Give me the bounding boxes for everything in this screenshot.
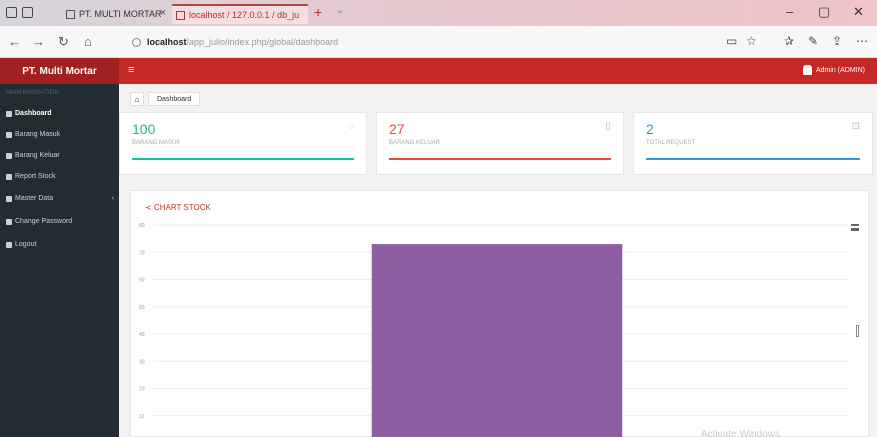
set-aside-tabs-icon[interactable]	[22, 7, 33, 18]
stat-card-barang-masuk: 100 BARANG MASUK ◌	[119, 112, 367, 175]
minimize-button[interactable]: –	[786, 4, 793, 19]
forward-arrow-icon[interactable]: →	[32, 34, 45, 49]
close-window-button[interactable]: ✕	[853, 4, 864, 20]
sidebar-item-barang-masuk[interactable]: Barang Masuk	[6, 131, 116, 138]
url-path: /app_julio/index.php/global/dashboard	[186, 37, 339, 47]
more-icon[interactable]: ⋯	[856, 34, 868, 48]
share-icon[interactable]: ⇪	[832, 34, 842, 48]
square-icon: ▯	[605, 121, 611, 132]
maximize-button[interactable]: ▢	[818, 4, 830, 20]
close-tab-icon[interactable]: ×	[160, 7, 166, 19]
chart-menu-icon[interactable]	[851, 224, 859, 231]
report-icon	[6, 173, 12, 180]
sidebar-item-master-data[interactable]: Master Data ‹	[6, 195, 116, 202]
address-bar: ← → ↻ ⌂ localhost /app_julio/index.php/g…	[0, 26, 877, 58]
tab-title: localhost / 127.0.0.1 / db_ju	[189, 10, 300, 20]
stat-bar	[389, 158, 611, 160]
refresh-icon[interactable]: ↻	[58, 34, 69, 50]
sidebar-item-label: Master Data	[15, 195, 54, 202]
tab-multi-mortar[interactable]: PT. MULTI MORTAR ×	[66, 4, 170, 24]
sidebar-item-label: Report Stock	[15, 173, 56, 180]
app-header: ≡ Admin (ADMIN)	[119, 58, 877, 84]
sidebar-item-label: Change Password	[15, 218, 73, 225]
box-in-icon	[6, 131, 12, 138]
app-brand[interactable]: PT. Multi Mortar	[0, 58, 119, 84]
menu-toggle-button[interactable]: ≡	[128, 64, 134, 76]
eye-icon: ◌	[348, 121, 354, 132]
y-tick-label: 20	[139, 387, 145, 393]
y-tick-label: 30	[139, 359, 145, 365]
y-tick-label: 40	[139, 332, 145, 338]
sidebar-item-label: Logout	[15, 241, 37, 248]
pen-icon[interactable]: ✎	[808, 34, 818, 48]
sidebar-item-label: Barang Keluar	[15, 152, 60, 159]
stat-label: BARANG KELUAR	[389, 140, 441, 146]
new-tab-button[interactable]: +	[314, 4, 322, 20]
chart-panel: 10 20 30 40 50 60 70 80 ≺ CHART STOCK Activate …	[130, 190, 869, 437]
stat-card-total-request: 2 TOTAL REQUEST ⊡	[633, 112, 873, 175]
y-tick-label: 60	[139, 278, 145, 284]
url-field[interactable]: localhost /app_julio/index.php/global/da…	[132, 33, 712, 51]
box-out-icon	[6, 152, 12, 159]
stat-card-barang-keluar: 27 BARANG KELUAR ▯	[376, 112, 624, 175]
sidebar-item-change-password[interactable]: Change Password	[6, 218, 116, 225]
breadcrumb-current: Dashboard	[148, 92, 201, 106]
y-tick-label: 70	[139, 250, 145, 256]
favorites-hub-icon[interactable]: ✰	[784, 34, 794, 48]
sidebar-item-label: Barang Masuk	[15, 131, 61, 138]
stat-value: 27	[389, 121, 405, 137]
y-tick-label: 80	[139, 223, 145, 229]
tab-localhost[interactable]: localhost / 127.0.0.1 / db_ju	[172, 4, 308, 24]
user-menu[interactable]: Admin (ADMIN)	[802, 65, 865, 75]
favorite-star-icon[interactable]: ☆	[746, 34, 757, 48]
breadcrumb-home-icon[interactable]: ⌂	[130, 92, 144, 106]
stat-label: TOTAL REQUEST	[646, 140, 696, 146]
chart-bar[interactable]	[371, 244, 623, 437]
tab-title: PT. MULTI MORTAR	[79, 9, 162, 19]
sidebar: MAIN NAVIGATION Dashboard Barang Masuk B…	[0, 84, 119, 437]
activation-watermark: Activate Windows	[701, 429, 780, 437]
chart-title: ≺ CHART STOCK	[145, 203, 211, 212]
site-info-icon[interactable]	[132, 37, 141, 47]
stat-value: 2	[646, 121, 654, 137]
scroll-handle-icon[interactable]	[856, 325, 859, 337]
y-tick-label: 50	[139, 305, 145, 311]
key-icon	[6, 218, 12, 225]
y-tick-label: 10	[139, 414, 145, 420]
avatar	[802, 65, 812, 75]
user-name: Admin (ADMIN)	[815, 66, 865, 74]
back-arrow-icon[interactable]: ←	[8, 34, 21, 49]
reading-view-icon[interactable]: ▭	[726, 34, 737, 48]
chart-icon: ⊡	[851, 121, 860, 132]
sidebar-item-dashboard[interactable]: Dashboard	[6, 110, 116, 117]
browser-tab-strip: PT. MULTI MORTAR × localhost / 127.0.0.1…	[0, 0, 877, 26]
sidebar-item-barang-keluar[interactable]: Barang Keluar	[6, 152, 116, 159]
stat-value: 100	[132, 121, 156, 137]
breadcrumb: ⌂ Dashboard	[130, 92, 201, 106]
database-icon	[6, 195, 12, 202]
sidebar-item-label: Dashboard	[15, 110, 52, 117]
page-icon	[66, 9, 75, 19]
stat-label: BARANG MASUK	[132, 140, 181, 146]
stat-bar	[646, 158, 860, 160]
stat-bar	[132, 158, 354, 160]
url-host: localhost	[147, 37, 187, 47]
chevron-left-icon: ‹	[111, 195, 114, 202]
sidebar-item-report-stock[interactable]: Report Stock	[6, 173, 116, 180]
tab-actions-icon[interactable]	[6, 7, 17, 18]
sidebar-item-logout[interactable]: Logout	[6, 241, 116, 248]
dashboard-icon	[6, 110, 12, 117]
logout-icon	[6, 241, 12, 248]
stock-chart: 10 20 30 40 50 60 70 80	[139, 223, 849, 437]
tab-dropdown-icon[interactable]: ⌄	[336, 5, 344, 16]
home-icon[interactable]: ⌂	[84, 34, 92, 49]
sidebar-caption: MAIN NAVIGATION	[6, 90, 59, 96]
page-icon	[176, 10, 185, 20]
